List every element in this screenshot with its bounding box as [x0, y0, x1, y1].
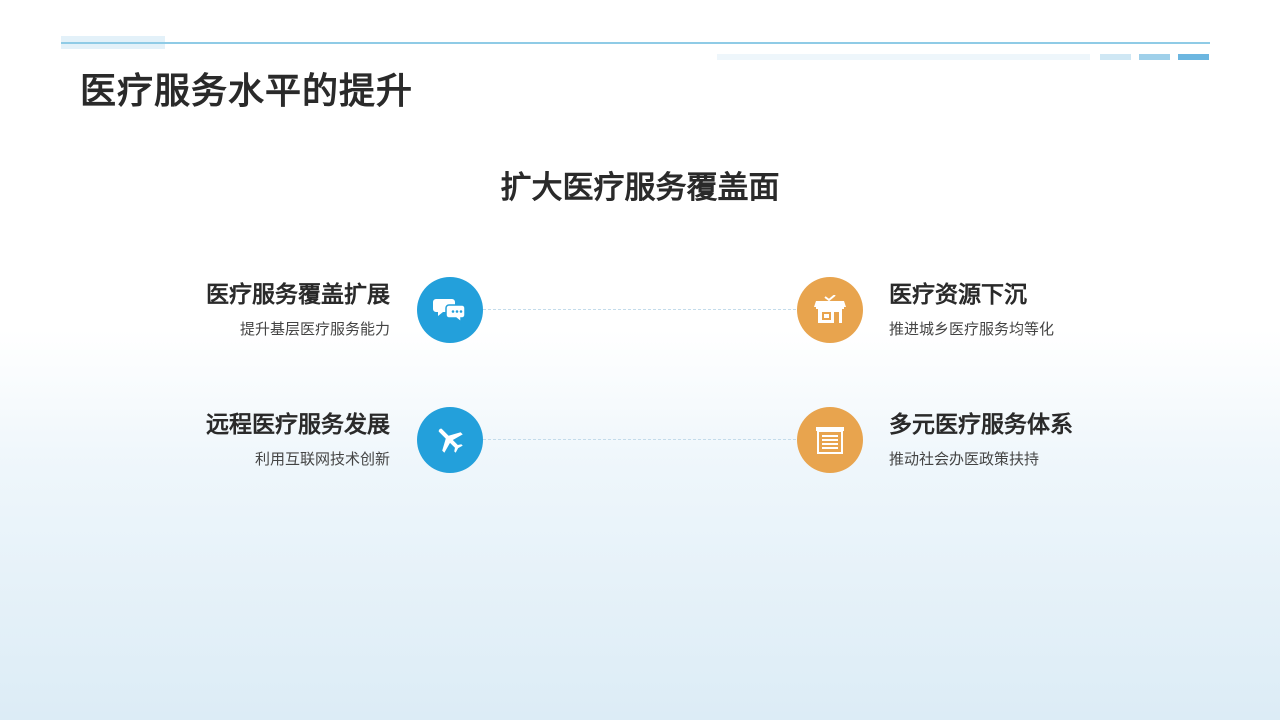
feature-title: 医疗服务覆盖扩展 — [206, 282, 390, 308]
header-accent-bar — [1100, 54, 1131, 60]
section-title: 扩大医疗服务覆盖面 — [500, 170, 780, 206]
feature-item-diverse-system: 多元医疗服务体系 推动社会办医政策扶持 — [889, 411, 1073, 469]
shop-icon — [797, 277, 863, 343]
feature-item-resources: 医疗资源下沉 推进城乡医疗服务均等化 — [889, 281, 1054, 339]
connector-line — [483, 309, 796, 310]
feature-title: 多元医疗服务体系 — [889, 412, 1073, 438]
header-accent-bar — [1139, 54, 1170, 60]
feature-description: 推动社会办医政策扶持 — [889, 450, 1040, 468]
feature-item-telemedicine: 远程医疗服务发展 利用互联网技术创新 — [206, 411, 390, 469]
shutter-icon — [797, 407, 863, 473]
feature-description: 推进城乡医疗服务均等化 — [889, 320, 1055, 338]
feature-description: 提升基层医疗服务能力 — [239, 320, 390, 338]
header-accent-bar — [1178, 54, 1209, 60]
header-accent-bar — [717, 54, 1090, 60]
connector-line — [483, 439, 796, 440]
feature-description: 利用互联网技术创新 — [254, 450, 390, 468]
feature-title: 远程医疗服务发展 — [206, 412, 390, 438]
feature-title: 医疗资源下沉 — [889, 282, 1027, 308]
header-divider — [61, 42, 1210, 44]
airplane-icon — [417, 407, 483, 473]
page-title: 医疗服务水平的提升 — [80, 71, 414, 112]
chat-bubbles-icon — [417, 277, 483, 343]
feature-item-coverage: 医疗服务覆盖扩展 提升基层医疗服务能力 — [206, 281, 390, 339]
